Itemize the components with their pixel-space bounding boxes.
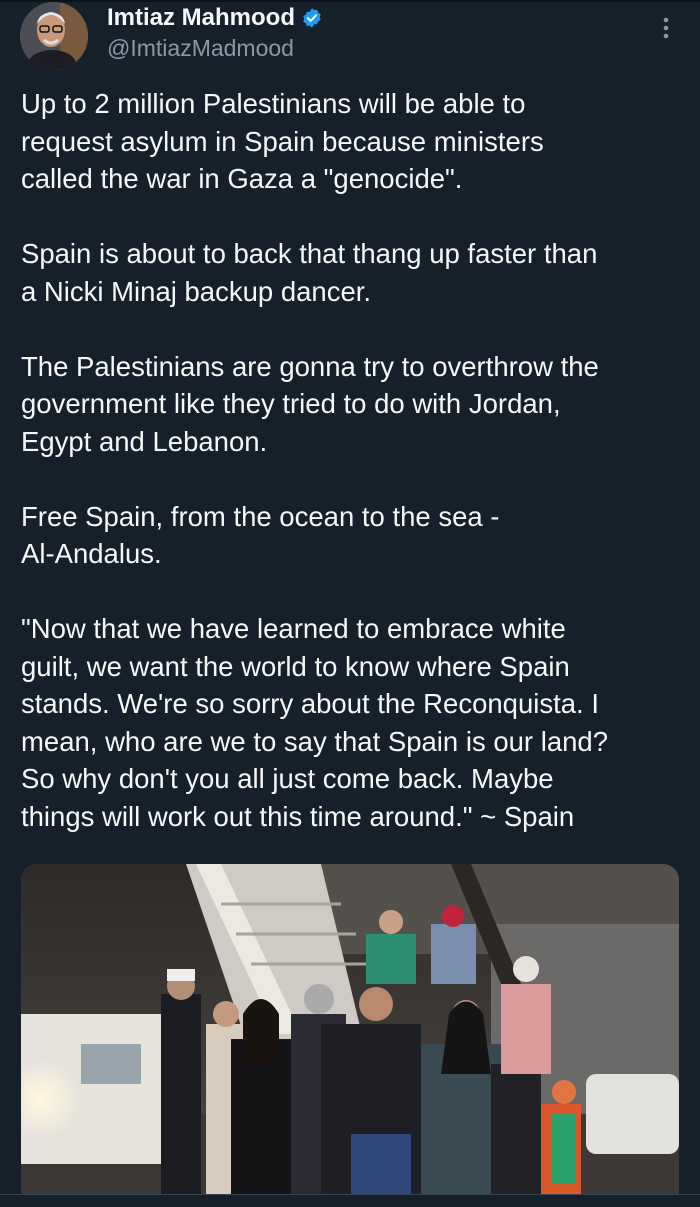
verified-badge-icon	[301, 7, 323, 29]
bottom-divider	[0, 1194, 700, 1207]
photo-image	[21, 864, 679, 1194]
top-divider	[0, 0, 700, 2]
author-name-row[interactable]: Imtiaz Mahmood	[107, 4, 323, 32]
avatar[interactable]	[20, 2, 88, 70]
tweet-paragraph: Spain is about to back that thang up fas…	[21, 238, 598, 307]
author-handle[interactable]: @ImtiazMadmood	[107, 34, 294, 62]
tweet-paragraph: "Now that we have learned to embrace whi…	[21, 613, 609, 832]
tweet-photo[interactable]	[21, 864, 679, 1194]
profile-photo-icon	[20, 2, 88, 70]
tweet-text: Up to 2 million Palestinians will be abl…	[21, 85, 686, 835]
display-name[interactable]: Imtiaz Mahmood	[107, 4, 295, 32]
tweet-paragraph: The Palestinians are gonna try to overth…	[21, 350, 599, 457]
tweet-paragraph: Up to 2 million Palestinians will be abl…	[21, 88, 544, 194]
tweet-paragraph: Free Spain, from the ocean to the sea - …	[21, 500, 500, 570]
more-vertical-icon[interactable]	[656, 16, 676, 40]
